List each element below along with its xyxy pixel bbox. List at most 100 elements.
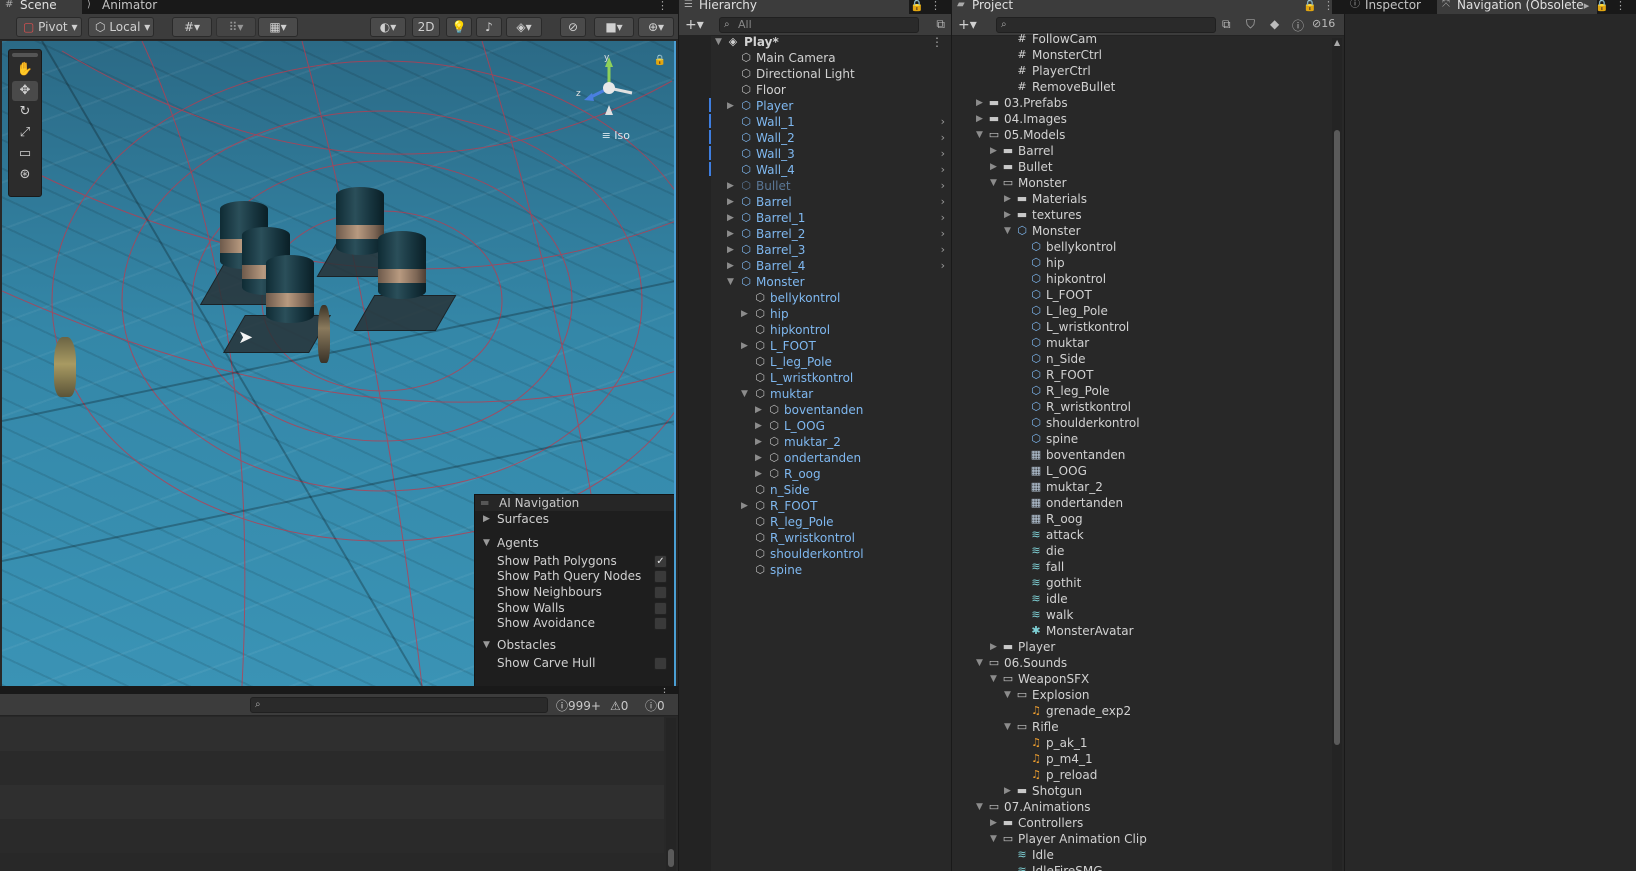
hierarchy-search-input[interactable]: ⌕ All: [719, 17, 919, 33]
project-scroll-thumb[interactable]: [1334, 130, 1340, 745]
project-item[interactable]: ▦ boventanden: [952, 447, 1344, 463]
project-item[interactable]: ⬡ hipkontrol: [952, 271, 1344, 287]
project-item[interactable]: # PlayerCtrl: [952, 63, 1344, 79]
hierarchy-item[interactable]: ▼ ⬡ muktar: [679, 386, 951, 402]
project-item[interactable]: ⬡ R_FOOT: [952, 367, 1344, 383]
tab-animator[interactable]: ⟩ Animator: [82, 0, 167, 14]
project-item[interactable]: ♫ p_m4_1: [952, 751, 1344, 767]
hierarchy-item[interactable]: ⬡ R_wristkontrol: [679, 530, 951, 546]
console-scroll-thumb[interactable]: [668, 849, 674, 867]
hierarchy-item[interactable]: ▶ ⬡ boventanden: [679, 402, 951, 418]
show-path-query-nodes-checkbox[interactable]: [654, 570, 667, 583]
tools-handle[interactable]: [12, 53, 38, 57]
tab-scene[interactable]: # Scene: [0, 0, 82, 14]
show-path-polygons-checkbox[interactable]: ✓: [654, 555, 667, 568]
project-item[interactable]: ▼ ⬡ Monster: [952, 223, 1344, 239]
project-item[interactable]: ⬡ L_leg_Pole: [952, 303, 1344, 319]
chevron-right-icon[interactable]: ▶: [755, 466, 762, 482]
chevron-right-icon[interactable]: ▶: [727, 258, 734, 274]
chevron-down-icon[interactable]: ▼: [976, 127, 983, 143]
hand-tool[interactable]: ✋: [12, 60, 38, 80]
project-item[interactable]: ▶ ▬ Materials: [952, 191, 1344, 207]
hierarchy-item[interactable]: ⬡ Directional Light: [679, 66, 951, 82]
move-tool[interactable]: ✥: [12, 81, 38, 101]
hidden-packages-toggle[interactable]: ⊘16: [1312, 17, 1335, 30]
show-walls-checkbox[interactable]: [654, 602, 667, 615]
chevron-down-icon[interactable]: ▼: [727, 274, 734, 290]
create-dropdown[interactable]: +▾: [685, 17, 704, 33]
hierarchy-item[interactable]: ▶ ⬡ L_OOG: [679, 418, 951, 434]
lock-kebab-icons[interactable]: 🔒⋮: [1303, 0, 1340, 12]
console-log-row[interactable]: [0, 717, 664, 751]
chevron-right-icon[interactable]: ▶: [1004, 783, 1011, 799]
camera-dropdown[interactable]: ■▾: [594, 17, 634, 37]
hierarchy-item[interactable]: ▶ ⬡ Barrel_3 ›: [679, 242, 951, 258]
hierarchy-item[interactable]: ▶ ⬡ Player: [679, 98, 951, 114]
chevron-right-icon[interactable]: ▶: [755, 450, 762, 466]
project-item[interactable]: ⬡ shoulderkontrol: [952, 415, 1344, 431]
search-options-icon[interactable]: ⧉: [936, 17, 945, 32]
project-item[interactable]: ≋ IdleFireSMG: [952, 863, 1344, 871]
rotate-tool[interactable]: ↻: [12, 102, 38, 122]
chevron-down-icon[interactable]: ▼: [976, 799, 983, 815]
hierarchy-item[interactable]: ⬡ Main Camera: [679, 50, 951, 66]
hierarchy-item[interactable]: ⬡ bellykontrol: [679, 290, 951, 306]
project-item[interactable]: ▶ ▬ Player: [952, 639, 1344, 655]
project-item[interactable]: ▼ ▭ Player Animation Clip: [952, 831, 1344, 847]
effects-dropdown[interactable]: ◈▾: [506, 17, 542, 37]
orientation-gizmo[interactable]: y z: [574, 53, 644, 123]
scene-viewport[interactable]: ✋ ✥ ↻ ⤢ ▭ ⊛ y z ≡ Iso 🔒 ➤ ═ AI Navigatio…: [2, 41, 676, 686]
agents-foldout[interactable]: ▼ Agents: [475, 535, 674, 551]
hierarchy-item[interactable]: ⬡ hipkontrol: [679, 322, 951, 338]
hierarchy-item[interactable]: ▶ ⬡ Barrel_2 ›: [679, 226, 951, 242]
chevron-right-icon[interactable]: ▶: [741, 306, 748, 322]
chevron-down-icon[interactable]: ▼: [1004, 719, 1011, 735]
scroll-up-icon[interactable]: ▲: [1334, 38, 1340, 47]
chevron-right-icon[interactable]: ▶: [727, 242, 734, 258]
project-item[interactable]: ▦ muktar_2: [952, 479, 1344, 495]
console-log-row[interactable]: [0, 819, 664, 853]
chevron-right-icon[interactable]: ▶: [755, 434, 762, 450]
chevron-right-icon[interactable]: ▶: [990, 159, 997, 175]
project-item[interactable]: ♫ grenade_exp2: [952, 703, 1344, 719]
hierarchy-item[interactable]: ⬡ R_leg_Pole: [679, 514, 951, 530]
project-item[interactable]: ⬡ spine: [952, 431, 1344, 447]
project-item[interactable]: ▼ ▭ Monster: [952, 175, 1344, 191]
hierarchy-item[interactable]: ⬡ Wall_3 ›: [679, 146, 951, 162]
lock-icon[interactable]: 🔒: [654, 55, 666, 66]
message-count-toggle[interactable]: ⓘ0: [645, 698, 665, 714]
hierarchy-item[interactable]: ▶ ⬡ Barrel ›: [679, 194, 951, 210]
chevron-down-icon[interactable]: ▼: [976, 655, 983, 671]
hierarchy-item[interactable]: ⬡ shoulderkontrol: [679, 546, 951, 562]
warning-count-toggle[interactable]: ⚠0: [610, 698, 628, 714]
open-prefab-chevron-icon[interactable]: ›: [941, 242, 945, 258]
project-item[interactable]: ⬡ muktar: [952, 335, 1344, 351]
project-item[interactable]: ▼ ▭ 07.Animations: [952, 799, 1344, 815]
lighting-toggle[interactable]: 💡: [446, 17, 472, 37]
grid-visibility-button[interactable]: ▦▾: [258, 17, 298, 37]
scale-tool[interactable]: ⤢: [12, 123, 38, 143]
hierarchy-item[interactable]: ▶ ⬡ muktar_2: [679, 434, 951, 450]
chevron-right-icon[interactable]: ▶: [727, 226, 734, 242]
chevron-right-icon[interactable]: ▶: [741, 338, 748, 354]
console-scrollbar[interactable]: [666, 718, 676, 871]
project-item[interactable]: ⬡ hip: [952, 255, 1344, 271]
draw-mode-button[interactable]: ◐▾: [370, 17, 406, 37]
chevron-right-icon[interactable]: ▶: [755, 418, 762, 434]
project-item[interactable]: ≋ walk: [952, 607, 1344, 623]
kebab-menu-icon[interactable]: ⋮: [931, 34, 943, 50]
chevron-right-icon[interactable]: ▶: [755, 402, 762, 418]
project-item[interactable]: ⬡ bellykontrol: [952, 239, 1344, 255]
tab-hierarchy[interactable]: ☰ Hierarchy: [679, 0, 909, 14]
project-item[interactable]: ≋ Idle: [952, 847, 1344, 863]
project-item[interactable]: ▶ ▬ 03.Prefabs: [952, 95, 1344, 111]
tab-inspector[interactable]: ⓘ Inspector: [1345, 0, 1431, 14]
open-prefab-chevron-icon[interactable]: ›: [941, 162, 945, 178]
open-prefab-chevron-icon[interactable]: ›: [941, 258, 945, 274]
project-item[interactable]: ≋ gothit: [952, 575, 1344, 591]
filter-by-label-icon[interactable]: ◆: [1270, 17, 1279, 31]
chevron-right-icon[interactable]: ▶: [1004, 191, 1011, 207]
project-item[interactable]: ≋ die: [952, 543, 1344, 559]
project-item[interactable]: ▶ ▬ Shotgun: [952, 783, 1344, 799]
chevron-right-icon[interactable]: ▶: [976, 111, 983, 127]
